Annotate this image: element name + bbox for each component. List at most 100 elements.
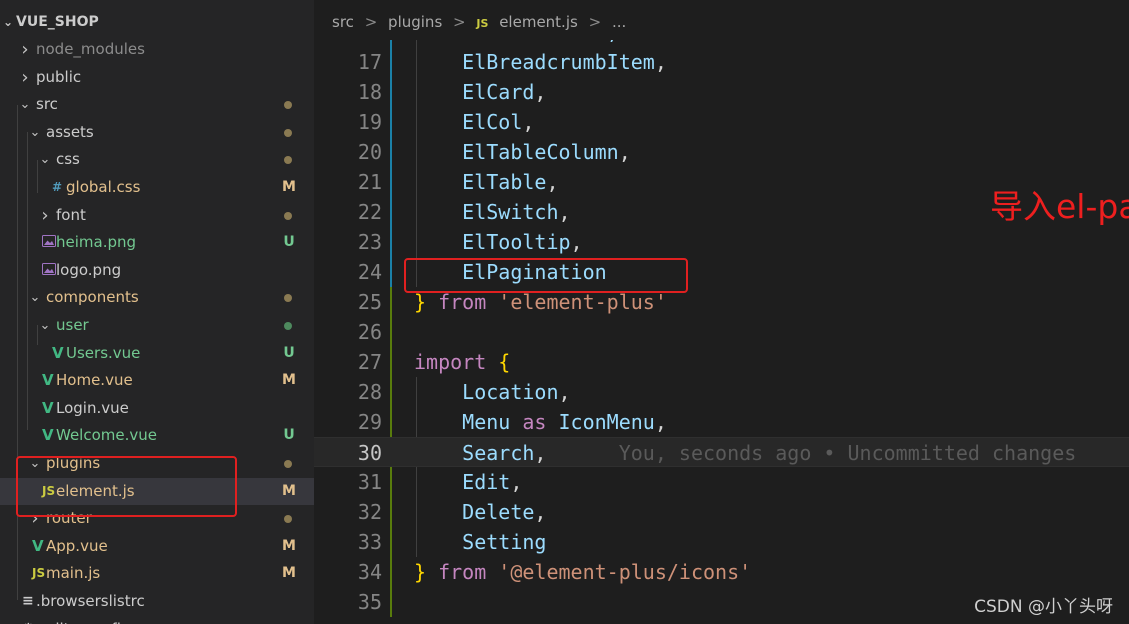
code-line[interactable]: 20 ElTableColumn,	[314, 137, 1129, 167]
line-number: 30	[357, 441, 382, 465]
code-token: ElSwitch	[414, 200, 559, 224]
folder-font[interactable]: › font	[0, 202, 314, 229]
code-text: Search, You, seconds ago • Uncommitted c…	[414, 438, 1076, 468]
vue-file-icon: V	[52, 343, 64, 362]
code-token: from	[426, 560, 499, 584]
code-token: Search	[414, 441, 535, 465]
code-line[interactable]: 23 ElTooltip,	[314, 227, 1129, 257]
folder-public[interactable]: › public	[0, 64, 314, 91]
line-number: 26	[357, 320, 382, 344]
git-status-dot-icon	[284, 101, 292, 110]
code-token: ,	[534, 500, 547, 524]
csdn-watermark: CSDN @小丫头呀	[974, 597, 1113, 617]
code-token: ElCard	[414, 80, 535, 104]
tree-item-label: App.vue	[46, 536, 108, 555]
git-status-dot-icon	[284, 460, 292, 468]
git-status-badge: M	[282, 179, 296, 195]
annotation-text: 导入el-pagination 分页组件	[990, 187, 1129, 226]
code-line[interactable]: 31 Edit,	[314, 467, 1129, 497]
git-status-badge: U	[283, 427, 295, 444]
git-status-dot-icon	[284, 128, 292, 137]
explorer-sidebar: ⌄ VUE_SHOP › node_modules › public ⌄ src ⌄ asset…	[0, 0, 314, 624]
code-token: as	[510, 410, 559, 434]
file-logo-png[interactable]: logo.png	[0, 257, 314, 284]
git-status-badge: M	[282, 565, 296, 582]
code-line[interactable]: 34} from '@element-plus/icons'	[314, 557, 1129, 587]
file-welcome-vue[interactable]: V Welcome.vue U	[0, 422, 314, 449]
code-token: import	[414, 350, 487, 374]
breadcrumb-symbol[interactable]: ...	[612, 0, 626, 44]
image-file-icon	[42, 257, 56, 284]
folder-user[interactable]: ⌄ user	[0, 312, 314, 339]
code-line[interactable]: 33 Setting	[314, 527, 1129, 557]
file-browserslistrc[interactable]: ≡ .browserslistrc	[0, 588, 314, 615]
git-status-badge: M	[282, 482, 296, 499]
code-text: } from '@element-plus/icons'	[414, 557, 751, 587]
code-token: ,	[654, 410, 667, 434]
code-token: '@element-plus/icons'	[498, 560, 752, 584]
file-login-vue[interactable]: V Login.vue	[0, 395, 314, 422]
code-text: ElTooltip,	[414, 227, 582, 257]
chevron-down-icon: ⌄	[39, 318, 51, 333]
folder-src[interactable]: ⌄ src	[0, 91, 314, 118]
chevron-right-icon: >	[588, 13, 602, 31]
breadcrumb-plugins[interactable]: plugins	[388, 0, 442, 44]
file-home-vue[interactable]: V Home.vue M	[0, 367, 314, 394]
code-token: Edit	[414, 470, 511, 494]
line-number: 33	[357, 530, 382, 554]
line-number: 24	[357, 260, 382, 284]
breadcrumb: src > plugins > JS element.js > ...	[314, 0, 1129, 40]
tree-item-label: Login.vue	[56, 398, 129, 417]
line-number: 22	[357, 200, 382, 224]
code-line[interactable]: 18 ElCard,	[314, 77, 1129, 107]
gear-file-icon: ⚙	[22, 616, 35, 624]
chevron-down-icon: ⌄	[19, 97, 31, 113]
code-line[interactable]: 28 Location,	[314, 377, 1129, 407]
tree-item-label: css	[56, 150, 80, 169]
code-line[interactable]: 26	[314, 317, 1129, 347]
breadcrumb-element-js[interactable]: element.js	[499, 0, 578, 44]
code-line[interactable]: 27 import {	[314, 347, 1129, 377]
breadcrumb-src[interactable]: src	[332, 0, 354, 44]
folder-components[interactable]: ⌄ components	[0, 284, 314, 311]
file-app-vue[interactable]: V App.vue M	[0, 533, 314, 560]
chevron-right-icon: >	[453, 13, 466, 31]
tree-item-label: font	[56, 205, 86, 224]
tree-item-label: global.css	[66, 178, 141, 196]
code-line[interactable]: 29 Menu as IconMenu,	[314, 407, 1129, 437]
tree-item-label: Welcome.vue	[56, 426, 157, 445]
line-number: 28	[357, 380, 382, 404]
git-blame-annotation: You, seconds ago • Uncommitted changes	[546, 441, 1077, 465]
tree-item-label: .editorconfig	[36, 616, 130, 624]
tree-item-label: components	[46, 288, 139, 307]
file-users-vue[interactable]: V Users.vue U	[0, 340, 314, 367]
chevron-right-icon: ›	[41, 204, 49, 226]
code-token: {	[498, 350, 511, 374]
git-status-badge: M	[282, 537, 296, 554]
file-heima-png[interactable]: heima.png U	[0, 229, 314, 256]
tree-item-label: logo.png	[56, 260, 122, 279]
file-global-css[interactable]: # global.css M	[0, 174, 314, 201]
code-line[interactable]: 30 Search, You, seconds ago • Uncommitte…	[314, 437, 1129, 467]
code-line[interactable]: 19 ElCol,	[314, 107, 1129, 137]
code-editor[interactable]: src > plugins > JS element.js > ... 16 E…	[314, 0, 1129, 624]
code-token: ElTableColumn	[414, 140, 619, 164]
folder-node-modules[interactable]: › node_modules	[0, 36, 314, 63]
line-number: 31	[357, 470, 382, 494]
code-line[interactable]: 17 ElBreadcrumbItem,	[314, 47, 1129, 77]
code-token: from	[426, 290, 499, 314]
vue-file-icon: V	[32, 536, 44, 555]
code-token: ,	[546, 170, 559, 194]
folder-assets[interactable]: ⌄ assets	[0, 119, 314, 146]
chevron-right-icon: ›	[21, 66, 29, 88]
code-token: ,	[618, 140, 631, 164]
folder-css[interactable]: ⌄ css	[0, 146, 314, 173]
file-editorconfig[interactable]: ⚙.editorconfig	[0, 616, 314, 624]
git-status-dot-icon	[284, 322, 292, 330]
git-status-dot-icon	[284, 294, 292, 303]
image-file-icon	[42, 229, 56, 256]
code-line[interactable]: 32 Delete,	[314, 497, 1129, 527]
explorer-root-folder[interactable]: ⌄ VUE_SHOP	[0, 8, 99, 36]
file-main-js[interactable]: JS main.js M	[0, 560, 314, 587]
